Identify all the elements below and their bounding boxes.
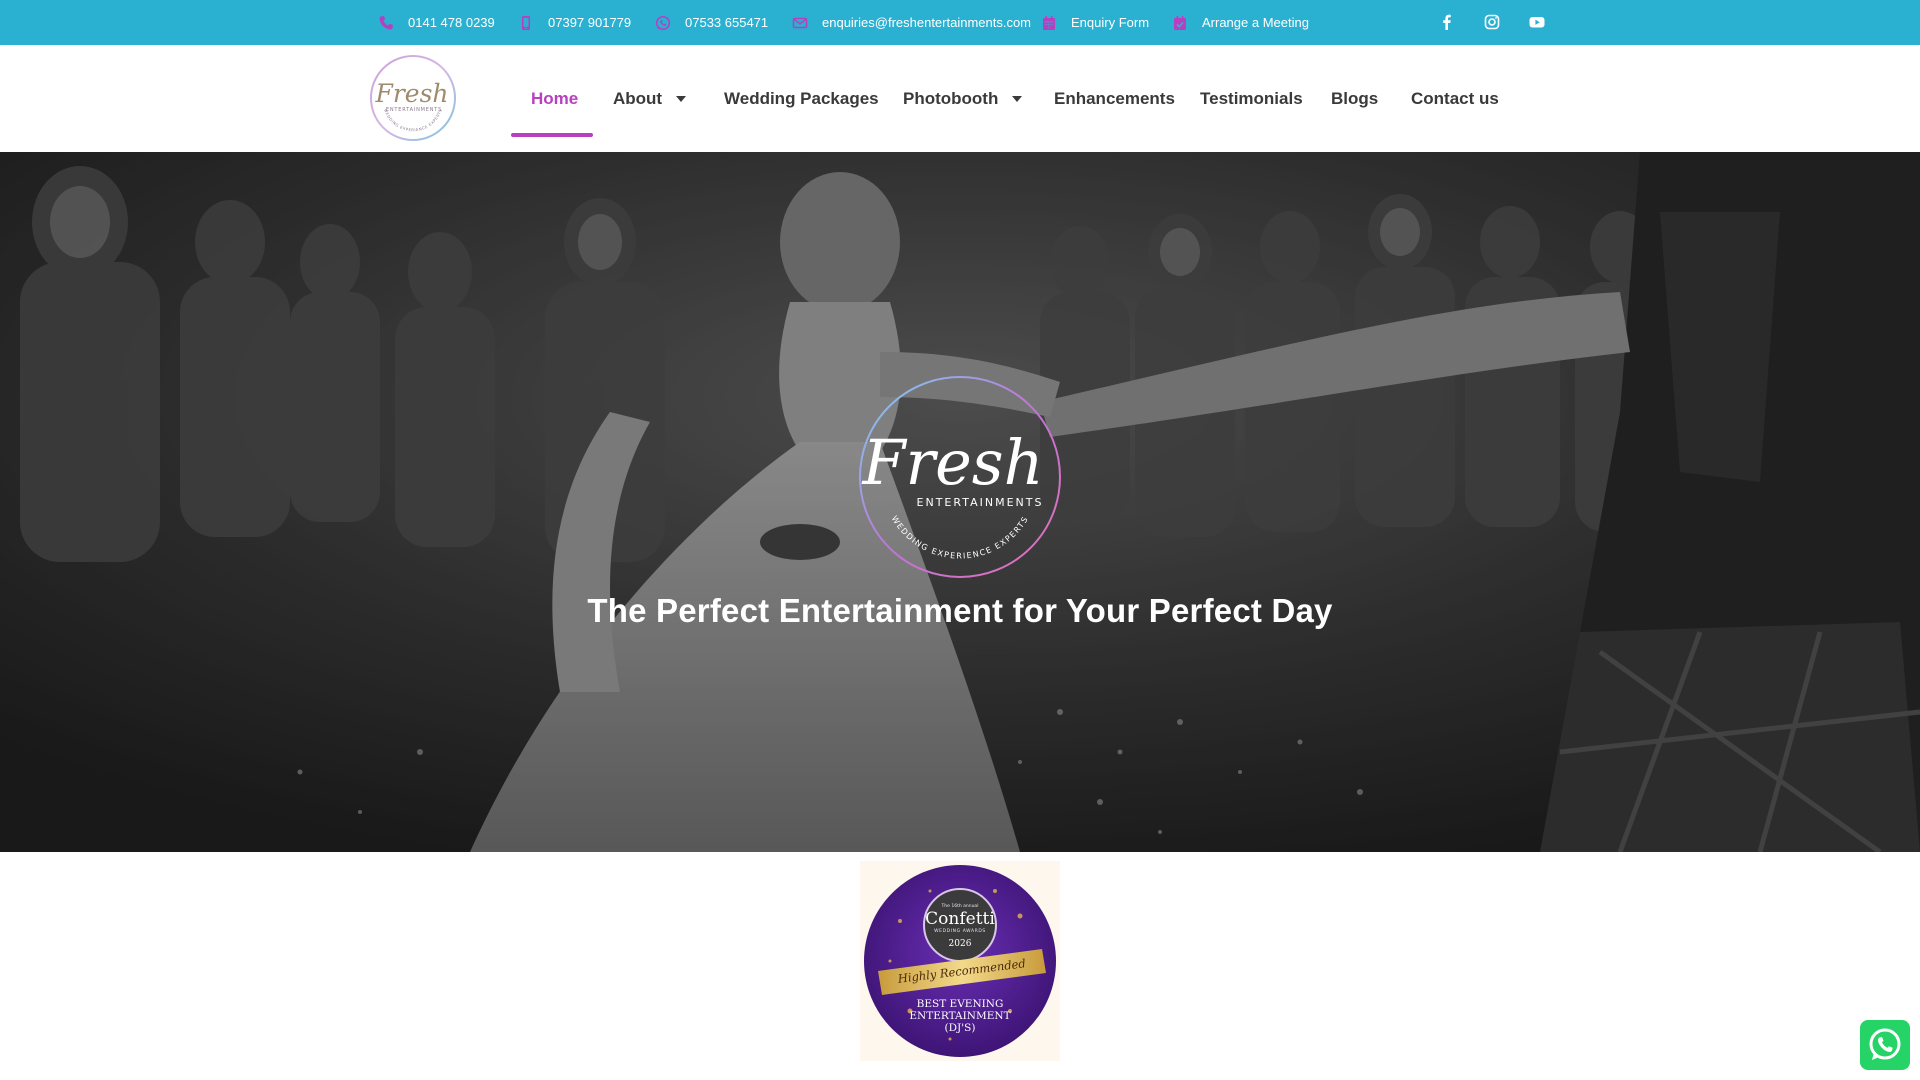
award-category-2: ENTERTAINMENT (909, 1010, 1010, 1022)
hero-section: Fresh ENTERTAINMENTS WEDDING EXPERIENCE … (0, 152, 1920, 852)
top-contact-bar: 0141 478 0239 07397 901779 07533 655471 … (0, 0, 1920, 45)
mail-icon (792, 17, 808, 28)
topbar-whatsapp-label: 07533 655471 (685, 15, 769, 30)
nav-enhancements[interactable]: Enhancements (1054, 45, 1175, 152)
caret-down-icon (1012, 95, 1023, 102)
calendar-icon (1043, 15, 1055, 30)
hero-logo-tagline: WEDDING EXPERIENCE EXPERTS (890, 514, 1031, 560)
nav-active-indicator (511, 133, 593, 137)
nav-contact-label: Contact us (1411, 88, 1499, 108)
nav-about-label: About (613, 88, 663, 108)
award-category-3: (DJ'S) (945, 1022, 976, 1034)
award-brand-sub: WEDDING AWARDS (934, 928, 986, 934)
whatsapp-icon (1869, 1028, 1901, 1060)
facebook-icon[interactable] (1438, 13, 1456, 31)
nav-blogs-label: Blogs (1331, 88, 1379, 108)
topbar-whatsapp[interactable]: 07533 655471 (655, 0, 768, 45)
topbar-mobile[interactable]: 07397 901779 (518, 0, 631, 45)
site-logo[interactable]: Fresh ENTERTAINMENTS WEDDING EXPERIENCE … (368, 53, 458, 143)
youtube-icon[interactable] (1528, 13, 1546, 31)
nav-home-label: Home (531, 88, 579, 108)
topbar-email-label: enquiries@freshentertainments.com (822, 15, 1032, 30)
hero-logo: Fresh ENTERTAINMENTS WEDDING EXPERIENCE … (859, 376, 1061, 578)
topbar-phone-label: 0141 478 0239 (408, 15, 495, 30)
nav-wedding-packages-label: Wedding Packages (724, 88, 879, 108)
topbar-email[interactable]: enquiries@freshentertainments.com (792, 0, 1031, 45)
hero-logo-subtext: ENTERTAINMENTS (917, 496, 1044, 509)
topbar-mobile-label: 07397 901779 (548, 15, 632, 30)
nav-testimonials[interactable]: Testimonials (1200, 45, 1303, 152)
nav-testimonials-label: Testimonials (1200, 88, 1303, 108)
award-brand: Confetti (925, 909, 995, 929)
nav-contact-us[interactable]: Contact us (1411, 45, 1499, 152)
hero-title: The Perfect Entertainment for Your Perfe… (587, 592, 1333, 629)
logo-subtext: ENTERTAINMENTS (386, 107, 442, 113)
whatsapp-chat-button[interactable] (1860, 1020, 1910, 1070)
logo-script: Fresh (374, 79, 448, 108)
calendar-check-icon (1174, 15, 1186, 30)
nav-blogs[interactable]: Blogs (1331, 45, 1378, 152)
whatsapp-icon (655, 15, 671, 30)
caret-down-icon (676, 95, 687, 102)
nav-photobooth-label: Photobooth (903, 88, 999, 108)
instagram-icon[interactable] (1483, 13, 1501, 31)
phone-icon (379, 15, 393, 30)
award-badge[interactable]: The 16th annual Confetti WEDDING AWARDS … (860, 861, 1060, 1061)
award-category-1: BEST EVENING (917, 998, 1004, 1010)
hero-logo-script: Fresh (861, 426, 1043, 499)
nav-photobooth[interactable]: Photobooth (903, 45, 1023, 152)
nav-enhancements-label: Enhancements (1054, 88, 1175, 108)
mobile-icon (522, 15, 530, 30)
topbar-arrange-meeting[interactable]: Arrange a Meeting (1172, 0, 1309, 45)
topbar-phone[interactable]: 0141 478 0239 (378, 0, 495, 45)
award-year: 2026 (949, 939, 972, 949)
nav-about[interactable]: About (613, 45, 687, 152)
topbar-enquiry-form[interactable]: Enquiry Form (1041, 0, 1149, 45)
site-header: Fresh ENTERTAINMENTS WEDDING EXPERIENCE … (0, 45, 1920, 153)
topbar-meeting-label: Arrange a Meeting (1202, 15, 1309, 30)
nav-wedding-packages[interactable]: Wedding Packages (724, 45, 879, 152)
topbar-enquiry-label: Enquiry Form (1071, 15, 1150, 30)
